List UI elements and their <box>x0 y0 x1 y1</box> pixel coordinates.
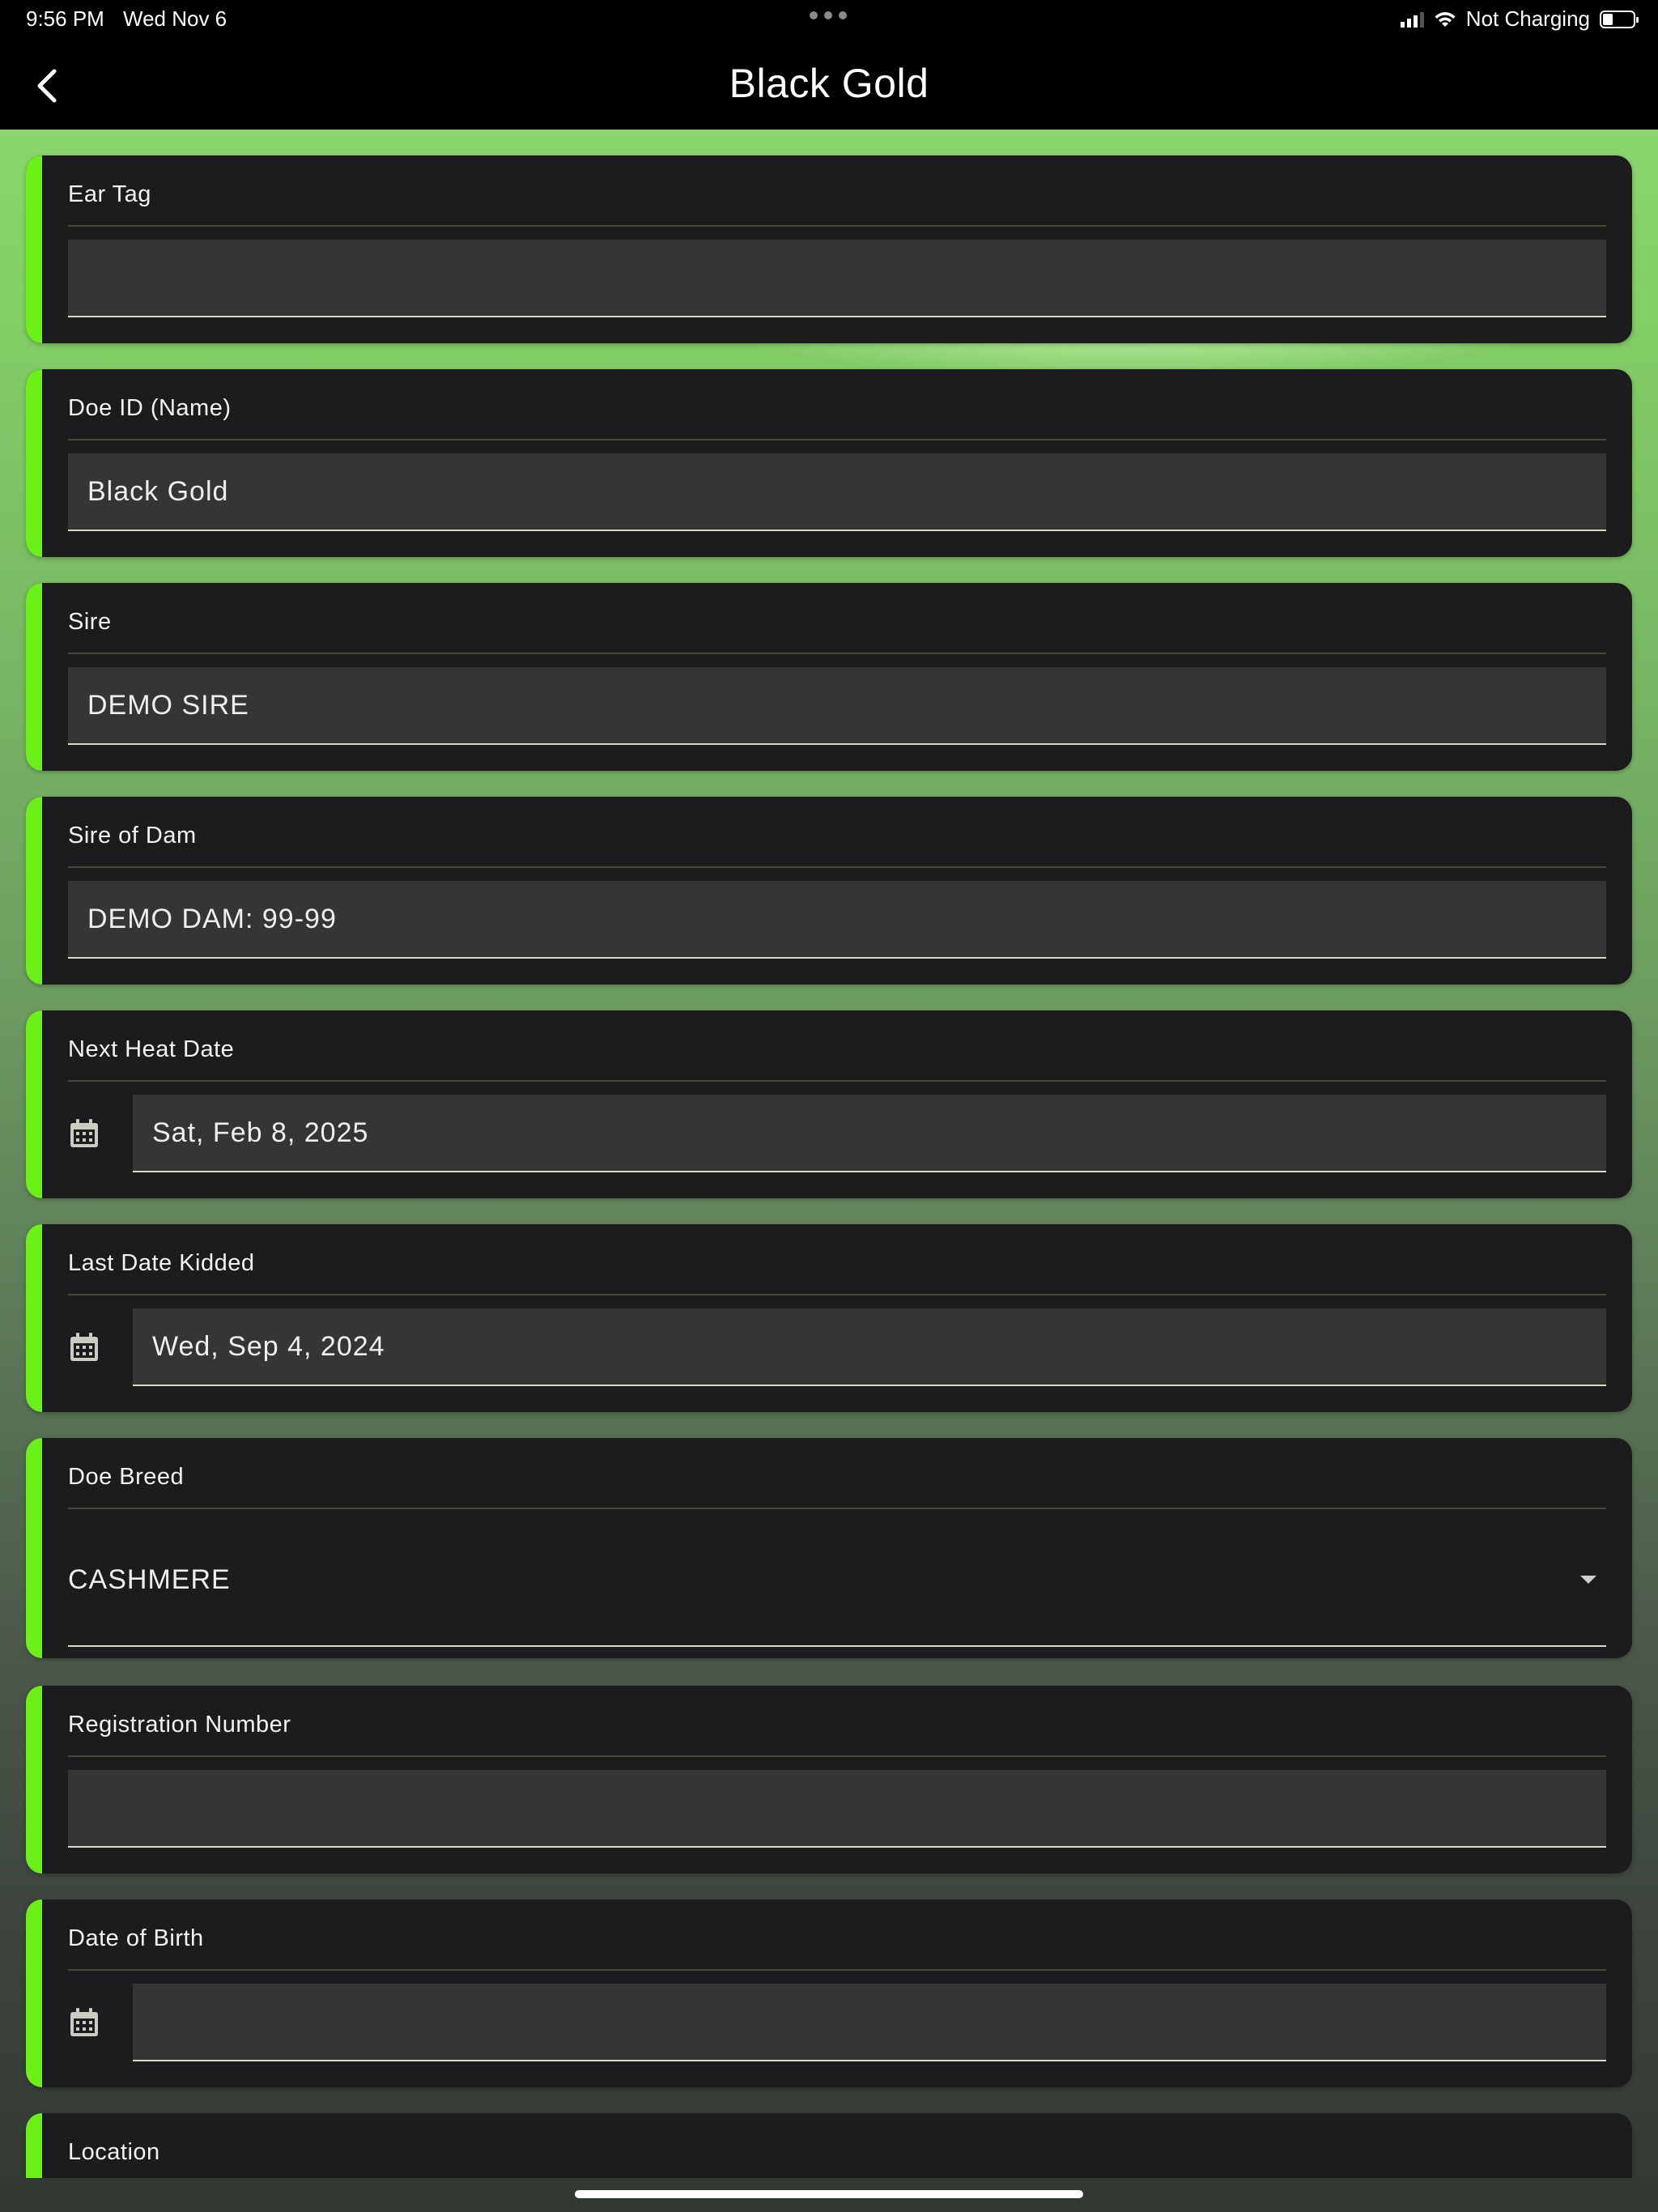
status-time: 9:56 PM <box>26 6 104 31</box>
wifi-icon <box>1435 11 1456 27</box>
registration-number-input[interactable] <box>68 1770 1606 1848</box>
divider <box>68 1969 1606 1971</box>
cellular-signal-icon <box>1400 11 1424 28</box>
calendar-icon[interactable] <box>68 1117 100 1150</box>
divider <box>68 1080 1606 1082</box>
date-of-birth-input[interactable] <box>133 1984 1606 2061</box>
calendar-icon[interactable] <box>68 1331 100 1363</box>
card-last-date-kidded: Last Date Kidded Wed, Sep 4, 2024 <box>26 1224 1632 1412</box>
status-date: Wed Nov 6 <box>123 6 227 31</box>
divider <box>68 653 1606 654</box>
card-ear-tag: Ear Tag <box>26 155 1632 343</box>
field-label: Last Date Kidded <box>68 1250 255 1276</box>
field-label: Sire <box>68 609 112 635</box>
nav-bar: Black Gold <box>0 40 1658 130</box>
doe-breed-select[interactable]: CASHMERE <box>68 1522 1606 1647</box>
multitasking-dots-icon[interactable] <box>810 11 847 19</box>
card-sire-of-dam: Sire of Dam DEMO DAM: 99-99 <box>26 797 1632 985</box>
field-label: Sire of Dam <box>68 823 197 849</box>
field-label: Ear Tag <box>68 181 151 207</box>
card-next-heat-date: Next Heat Date Sat, Feb 8, 2025 <box>26 1010 1632 1198</box>
page-title: Black Gold <box>729 61 929 106</box>
doe-breed-value: CASHMERE <box>68 1563 231 1595</box>
card-sire: Sire DEMO SIRE <box>26 583 1632 771</box>
sire-of-dam-input[interactable]: DEMO DAM: 99-99 <box>68 881 1606 959</box>
divider <box>68 866 1606 868</box>
ear-tag-input[interactable] <box>68 240 1606 317</box>
home-indicator[interactable] <box>575 2190 1083 2198</box>
battery-icon <box>1600 10 1639 28</box>
battery-status-text: Not Charging <box>1465 6 1590 31</box>
sire-input[interactable]: DEMO SIRE <box>68 667 1606 745</box>
divider <box>68 1294 1606 1295</box>
field-label: Date of Birth <box>68 1925 204 1951</box>
field-label: Doe Breed <box>68 1464 185 1490</box>
field-label: Next Heat Date <box>68 1036 235 1062</box>
field-label: Doe ID (Name) <box>68 395 232 421</box>
status-right: Not Charging <box>1400 6 1639 32</box>
next-heat-date-input[interactable]: Sat, Feb 8, 2025 <box>133 1095 1606 1172</box>
card-doe-id: Doe ID (Name) Black Gold <box>26 369 1632 557</box>
divider <box>68 439 1606 440</box>
status-bar: 9:56 PM Wed Nov 6 Not Charging <box>0 0 1658 40</box>
field-label: Location <box>68 2139 160 2165</box>
dropdown-caret-icon <box>1580 1576 1596 1584</box>
card-registration-number: Registration Number <box>26 1686 1632 1874</box>
card-date-of-birth: Date of Birth <box>26 1899 1632 2087</box>
divider <box>68 1508 1606 1509</box>
divider <box>68 1755 1606 1757</box>
last-date-kidded-input[interactable]: Wed, Sep 4, 2024 <box>133 1308 1606 1386</box>
calendar-icon[interactable] <box>68 2006 100 2039</box>
doe-id-input[interactable]: Black Gold <box>68 453 1606 531</box>
divider <box>68 225 1606 227</box>
card-doe-breed: Doe Breed CASHMERE <box>26 1438 1632 1658</box>
field-label: Registration Number <box>68 1712 291 1738</box>
